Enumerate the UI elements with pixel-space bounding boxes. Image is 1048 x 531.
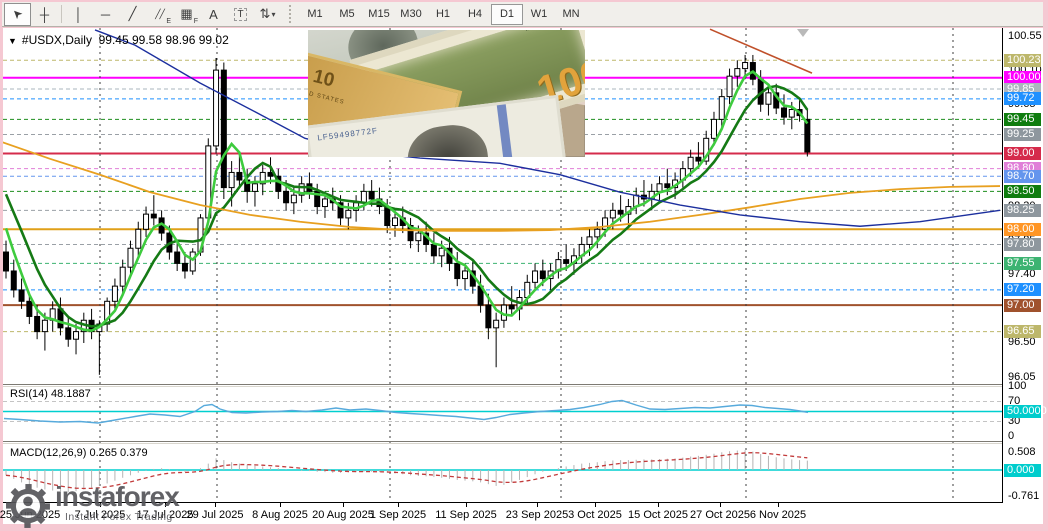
timeframe-toolbar: M1 M5 M15 M30 H1 H4 D1 W1 MN <box>299 3 587 25</box>
price-badge: 99.25 <box>1004 128 1041 142</box>
tool-vertical-line-icon[interactable]: │ <box>65 3 92 26</box>
price-label: -0.761 <box>1008 490 1040 503</box>
instaforex-name: instaforex <box>55 481 180 512</box>
price-badge: 50.0000 <box>1004 405 1047 418</box>
date-tick <box>343 503 344 507</box>
rsi-label: RSI(14) 48.1887 <box>10 388 91 400</box>
price-badge: 99.72 <box>1004 92 1041 106</box>
drawing-toolbar: ➤ ┼ │ ─ ╱ ╱╱ E ▦ F A T ⇅ ▾ <box>4 2 281 26</box>
bill-states-text: D STATES <box>308 91 346 106</box>
tool-cursor-icon[interactable]: ➤ <box>4 2 31 26</box>
price-label: 97.40 <box>1008 268 1036 281</box>
tool-equidistant-channel-icon[interactable]: ╱╱ E <box>146 3 173 26</box>
tool-arrows-icon[interactable]: ⇅ ▾ <box>254 3 281 26</box>
bill-serial-number: LF59498772F <box>316 126 379 143</box>
tf-h1-button[interactable]: H1 <box>427 4 459 25</box>
date-label: 6 Nov 2025 <box>749 509 807 521</box>
symbol-label: #USDX,Daily <box>21 33 92 47</box>
date-tick <box>720 503 721 507</box>
date-label: 29 Jul 2025 <box>186 509 244 521</box>
tf-w1-button[interactable]: W1 <box>523 4 555 25</box>
franklin-portrait-2 <box>404 121 493 157</box>
price-label: 100 <box>1008 380 1027 392</box>
instaforex-logo-icon <box>6 484 50 528</box>
ohlc-values: 99.45 99.58 98.96 99.02 <box>98 33 229 47</box>
tool-crosshair-icon[interactable]: ┼ <box>31 3 58 26</box>
dollar-bills-photo: IN GOD WE TRUST 100 10 D STATES LF594987… <box>308 30 585 157</box>
date-label: 20 Aug 2025 <box>312 509 374 521</box>
instaforex-tagline: Instant Forex Trading <box>65 511 173 523</box>
tf-m15-button[interactable]: M15 <box>363 4 395 25</box>
chart-title: ▼ #USDX,Daily 99.45 99.58 98.96 99.02 <box>8 33 229 47</box>
date-tick <box>215 503 216 507</box>
tf-d1-button[interactable]: D1 <box>491 3 523 25</box>
tf-h4-button[interactable]: H4 <box>459 4 491 25</box>
date-tick <box>537 503 538 507</box>
tool-fibonacci-retracement-icon[interactable]: ▦ F <box>173 3 200 26</box>
tool-horizontal-line-icon[interactable]: ─ <box>92 3 119 26</box>
price-badge: 99.00 <box>1004 146 1041 160</box>
tool-trendline-icon[interactable]: ╱ <box>119 3 146 26</box>
price-axis[interactable]: 100.55100.1099.6599.2098.7598.3097.8597.… <box>1003 28 1047 503</box>
date-tick <box>595 503 596 507</box>
price-badge: 97.20 <box>1004 283 1041 297</box>
date-tick <box>658 503 659 507</box>
toolbar: ➤ ┼ │ ─ ╱ ╱╱ E ▦ F A T ⇅ ▾ M1 M5 M15 M30 H1 H4 D1 W1 MN <box>2 2 1043 27</box>
price-badge: 98.50 <box>1004 184 1041 198</box>
price-badge: 96.65 <box>1004 325 1041 339</box>
date-tick <box>466 503 467 507</box>
price-badge: 97.55 <box>1004 256 1041 270</box>
price-badge: 98.00 <box>1004 222 1041 236</box>
price-badge: 100.23 <box>1004 53 1041 67</box>
chart-ohlc-toggle-icon[interactable]: ▼ <box>8 36 17 46</box>
macd-label: MACD(12,26,9) 0.265 0.379 <box>10 447 148 459</box>
instaforex-watermark: instaforex Instant Forex Trading <box>5 481 180 529</box>
date-label: 1 Sep 2025 <box>369 509 427 521</box>
price-label: 0.508 <box>1008 445 1036 458</box>
date-label: 11 Sep 2025 <box>435 509 497 521</box>
bill-10-numeral: 10 <box>310 66 337 92</box>
price-badge: 97.00 <box>1004 298 1041 312</box>
toolbar-separator <box>61 5 62 23</box>
date-tick <box>280 503 281 507</box>
price-badge: 97.80 <box>1004 237 1041 251</box>
price-badge: 98.25 <box>1004 203 1041 217</box>
date-label: 8 Aug 2025 <box>252 509 308 521</box>
tf-m30-button[interactable]: M30 <box>395 4 427 25</box>
date-tick <box>398 503 399 507</box>
date-label: 3 Oct 2025 <box>568 509 622 521</box>
price-label: 100.55 <box>1008 29 1042 42</box>
date-tick <box>778 503 779 507</box>
price-label: 0 <box>1008 430 1015 442</box>
date-label: 15 Oct 2025 <box>628 509 688 521</box>
date-label: 23 Sep 2025 <box>505 509 569 521</box>
price-label: 96.50 <box>1008 336 1036 349</box>
price-badge: 0.000 <box>1004 463 1041 477</box>
price-badge: 98.70 <box>1004 169 1041 183</box>
date-label: 27 Oct 2025 <box>690 509 750 521</box>
tool-text-icon[interactable]: A <box>200 3 227 26</box>
mt4-window: ➤ ┼ │ ─ ╱ ╱╱ E ▦ F A T ⇅ ▾ M1 M5 M15 M30 H1 H4 D1 W1 MN ▼ #US… <box>0 0 1048 531</box>
toolbar-grip-handle[interactable] <box>289 5 294 23</box>
tf-mn-button[interactable]: MN <box>555 4 587 25</box>
security-ribbon <box>496 104 518 157</box>
tf-m1-button[interactable]: M1 <box>299 4 331 25</box>
tool-text-label-icon[interactable]: T <box>227 3 254 26</box>
tf-m5-button[interactable]: M5 <box>331 4 363 25</box>
price-badge: 99.45 <box>1004 112 1041 126</box>
